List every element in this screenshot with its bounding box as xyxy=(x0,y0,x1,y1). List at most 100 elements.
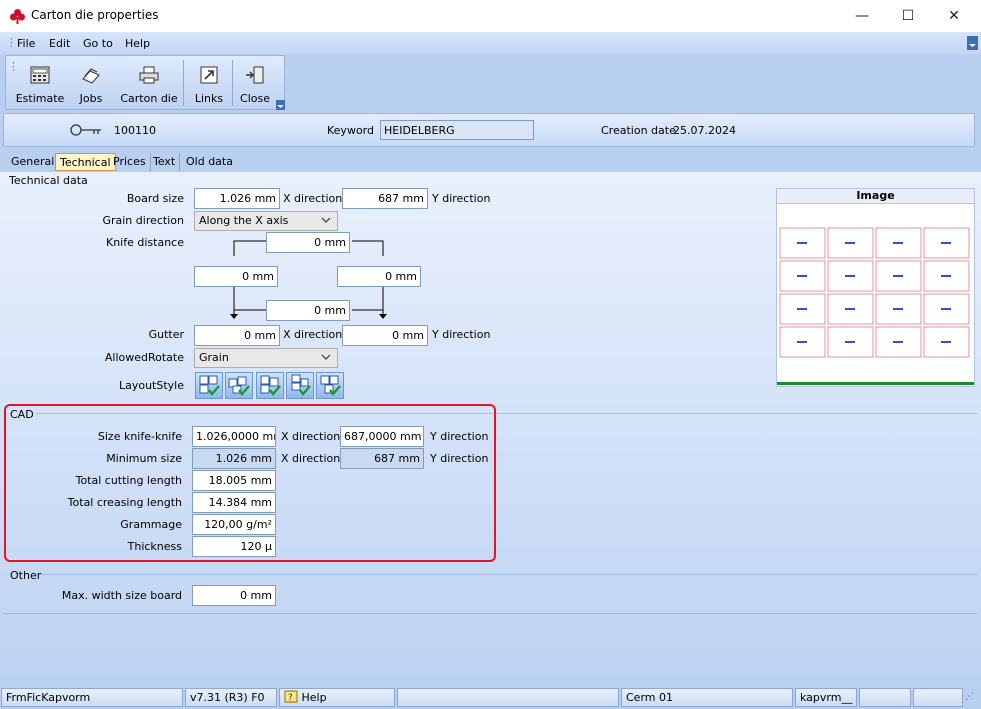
image-panel: Image xyxy=(776,188,975,387)
minimize-icon: — xyxy=(855,8,869,24)
gutter-x-input[interactable]: 0 mm xyxy=(194,325,280,346)
status-empty-3 xyxy=(913,688,963,707)
toolbar-separator xyxy=(183,60,184,106)
y-direction-label: Y direction xyxy=(432,192,491,205)
chevron-down-icon xyxy=(277,105,284,108)
resize-grip-icon[interactable]: ⋰ xyxy=(965,692,974,702)
app-logo-icon xyxy=(10,9,25,24)
layout-style-icon xyxy=(199,375,220,396)
menu-help[interactable]: Help xyxy=(125,37,150,50)
toolbar-separator xyxy=(232,60,233,106)
gutter-y-input[interactable]: 0 mm xyxy=(342,325,428,346)
die-cell-mark xyxy=(797,308,807,310)
key-icon xyxy=(70,124,101,136)
allowed-rotate-value: Grain xyxy=(199,351,229,364)
menu-bar: ⋮ File Edit Go to Help xyxy=(0,32,981,54)
status-form: FrmFicKapvorm xyxy=(1,688,183,707)
record-header: 100110 Keyword HEIDELBERG Creation date … xyxy=(3,113,975,147)
calculator-icon xyxy=(30,66,50,84)
maximize-button[interactable]: ☐ xyxy=(885,0,931,32)
menu-overflow-button[interactable] xyxy=(967,36,978,50)
keyword-field[interactable]: HEIDELBERG xyxy=(380,120,534,140)
die-cell-mark xyxy=(797,341,807,343)
layout-style-icon xyxy=(320,375,341,396)
status-company: Cerm 01 xyxy=(621,688,793,707)
chevron-down-icon xyxy=(321,354,331,360)
layout-style-icon xyxy=(291,374,311,396)
board-size-label: Board size xyxy=(126,192,184,205)
svg-text:?: ? xyxy=(288,693,293,703)
toolbar-overflow-button[interactable] xyxy=(276,100,285,110)
grain-direction-select[interactable]: Along the X axis xyxy=(194,211,338,231)
tab-text[interactable]: Text xyxy=(149,153,181,171)
status-empty-1 xyxy=(397,688,619,707)
links-button[interactable]: Links xyxy=(186,56,232,109)
knife-distance-top-input[interactable]: 0 mm xyxy=(266,232,350,253)
max-width-input[interactable]: 0 mm xyxy=(192,585,276,606)
die-cell-mark xyxy=(797,242,807,244)
layout-style-button-3[interactable] xyxy=(256,372,284,399)
status-empty-2 xyxy=(859,688,911,707)
menu-go-to[interactable]: Go to xyxy=(83,37,113,50)
maximize-icon: ☐ xyxy=(901,8,915,24)
menu-file[interactable]: File xyxy=(17,37,35,50)
board-size-x-input[interactable]: 1.026 mm xyxy=(194,188,280,209)
tab-prices[interactable]: Prices xyxy=(109,153,151,171)
die-cell-mark xyxy=(941,341,951,343)
tab-general[interactable]: General xyxy=(7,153,60,171)
die-cell-mark xyxy=(845,242,855,244)
die-cell-mark xyxy=(893,341,903,343)
jobs-label: Jobs xyxy=(79,92,103,105)
close-button[interactable]: Close xyxy=(234,56,276,109)
layout-style-button-1[interactable] xyxy=(195,372,223,399)
layout-style-button-4[interactable] xyxy=(286,372,314,399)
title-bar: Carton die properties — ☐ ✕ xyxy=(0,0,981,32)
close-window-button[interactable]: ✕ xyxy=(931,0,977,32)
chevron-down-icon xyxy=(969,44,976,47)
exit-door-icon xyxy=(246,66,264,84)
help-icon: ? xyxy=(284,690,298,703)
jobs-icon xyxy=(82,68,100,84)
gutter-y-direction-label: Y direction xyxy=(432,328,491,341)
die-cell-mark xyxy=(845,341,855,343)
status-bar: FrmFicKapvorm v7.31 (R3) F0 ? Help Cerm … xyxy=(0,686,981,709)
layout-style-button-2[interactable] xyxy=(225,372,253,399)
section-divider xyxy=(3,613,977,614)
creation-date-label: Creation date xyxy=(601,124,676,137)
estimate-button[interactable]: Estimate xyxy=(14,56,66,109)
allowed-rotate-select[interactable]: Grain xyxy=(194,348,338,368)
close-label: Close xyxy=(240,92,270,105)
die-cell-mark xyxy=(845,308,855,310)
die-cell-mark xyxy=(893,242,903,244)
die-cell-mark xyxy=(941,242,951,244)
die-cell-mark xyxy=(797,275,807,277)
tab-old-data[interactable]: Old data xyxy=(182,153,237,171)
menu-grip-icon: ⋮ xyxy=(6,36,17,49)
menu-edit[interactable]: Edit xyxy=(49,37,70,50)
estimate-label: Estimate xyxy=(15,92,65,105)
chevron-down-icon xyxy=(321,217,331,223)
status-version: v7.31 (R3) F0 xyxy=(185,688,277,707)
carton-die-label: Carton die xyxy=(120,92,178,105)
board-size-y-input[interactable]: 687 mm xyxy=(342,188,428,209)
x-direction-label: X direction xyxy=(283,192,343,205)
toolbar: ⋮ Estimate Jobs Carton die Links Close xyxy=(5,55,285,110)
other-title: Other xyxy=(10,569,42,582)
die-cell-mark xyxy=(941,275,951,277)
jobs-button[interactable]: Jobs xyxy=(68,56,114,109)
cad-highlight-box xyxy=(4,404,496,562)
link-icon xyxy=(200,66,218,84)
knife-distance-left-input[interactable]: 0 mm xyxy=(194,266,278,287)
tab-technical[interactable]: Technical xyxy=(55,153,116,171)
max-width-label: Max. width size board xyxy=(61,589,182,602)
die-cell-mark xyxy=(893,275,903,277)
knife-distance-right-input[interactable]: 0 mm xyxy=(337,266,421,287)
die-cell-mark xyxy=(941,308,951,310)
status-help[interactable]: ? Help xyxy=(279,688,395,707)
layout-style-button-5[interactable] xyxy=(316,372,344,399)
window-title: Carton die properties xyxy=(31,8,159,22)
knife-distance-bottom-input[interactable]: 0 mm xyxy=(266,300,350,321)
die-layout-preview xyxy=(777,227,974,385)
minimize-button[interactable]: — xyxy=(839,0,885,32)
carton-die-button[interactable]: Carton die xyxy=(116,56,182,109)
